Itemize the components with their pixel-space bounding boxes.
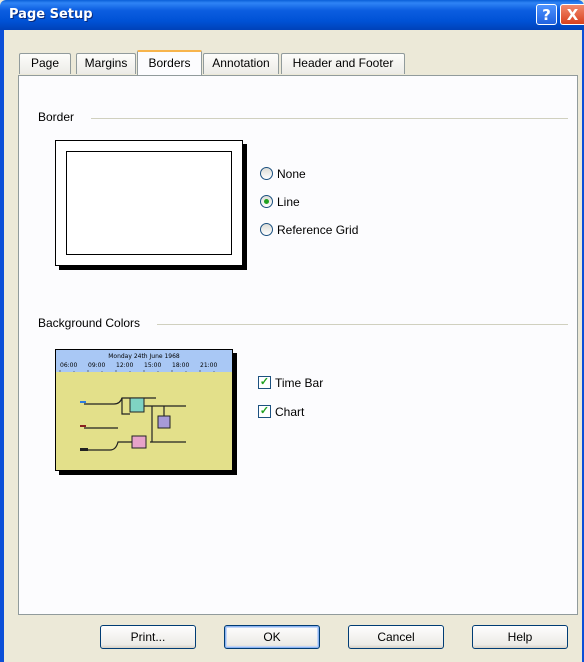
window-frame-left [0,30,4,662]
preview-time-label: 21:00 [200,362,217,369]
tab-header-and-footer[interactable]: Header and Footer [281,53,405,74]
radio-line-button[interactable] [260,195,273,208]
borders-panel: Border None Line Reference Grid Backgrou… [18,75,578,615]
radio-none-label: None [277,167,306,181]
help-title-button[interactable]: ? [536,4,557,25]
preview-time-label: 09:00 [88,362,105,369]
preview-time-label: 06:00 [60,362,77,369]
preview-time-label: 15:00 [144,362,161,369]
radio-reference-grid-label: Reference Grid [277,223,359,237]
border-preview-line [66,151,232,255]
background-preview-svg: Monday 24th June 1968 06:00 09:00 12:00 … [56,350,232,451]
background-preview: Monday 24th June 1968 06:00 09:00 12:00 … [55,349,233,471]
preview-node [157,415,171,429]
preview-time-label: 18:00 [172,362,189,369]
title-bar: Page Setup ? X [0,0,584,30]
radio-selected-dot [264,199,269,204]
preview-marker [80,401,86,403]
radio-line-label: Line [277,195,300,209]
chart-label: Chart [275,405,305,419]
border-preview [55,140,243,266]
preview-date-text: Monday 24th June 1968 [108,353,180,360]
time-bar-label: Time Bar [275,376,324,390]
chart-checkbox[interactable]: ✓ [258,405,271,418]
preview-node [131,435,147,449]
ok-button[interactable]: OK [224,625,320,649]
tab-page[interactable]: Page [19,53,71,74]
border-group-divider [91,118,568,119]
print-button[interactable]: Print... [100,625,196,649]
radio-reference-grid-button[interactable] [260,223,273,236]
window-title: Page Setup [9,7,93,22]
radio-none-button[interactable] [260,167,273,180]
preview-marker [80,448,88,451]
border-group-label: Border [38,110,75,124]
tab-borders[interactable]: Borders [137,50,202,75]
preview-node [129,397,145,413]
background-group-label: Background Colors [38,316,141,330]
close-button[interactable]: X [560,4,584,25]
tab-annotation[interactable]: Annotation [203,53,279,74]
preview-time-label: 12:00 [116,362,133,369]
tab-margins[interactable]: Margins [76,53,136,74]
time-bar-checkbox[interactable]: ✓ [258,376,271,389]
cancel-button[interactable]: Cancel [348,625,444,649]
preview-marker [80,425,86,427]
help-button[interactable]: Help [472,625,568,649]
background-group-divider [157,324,568,325]
